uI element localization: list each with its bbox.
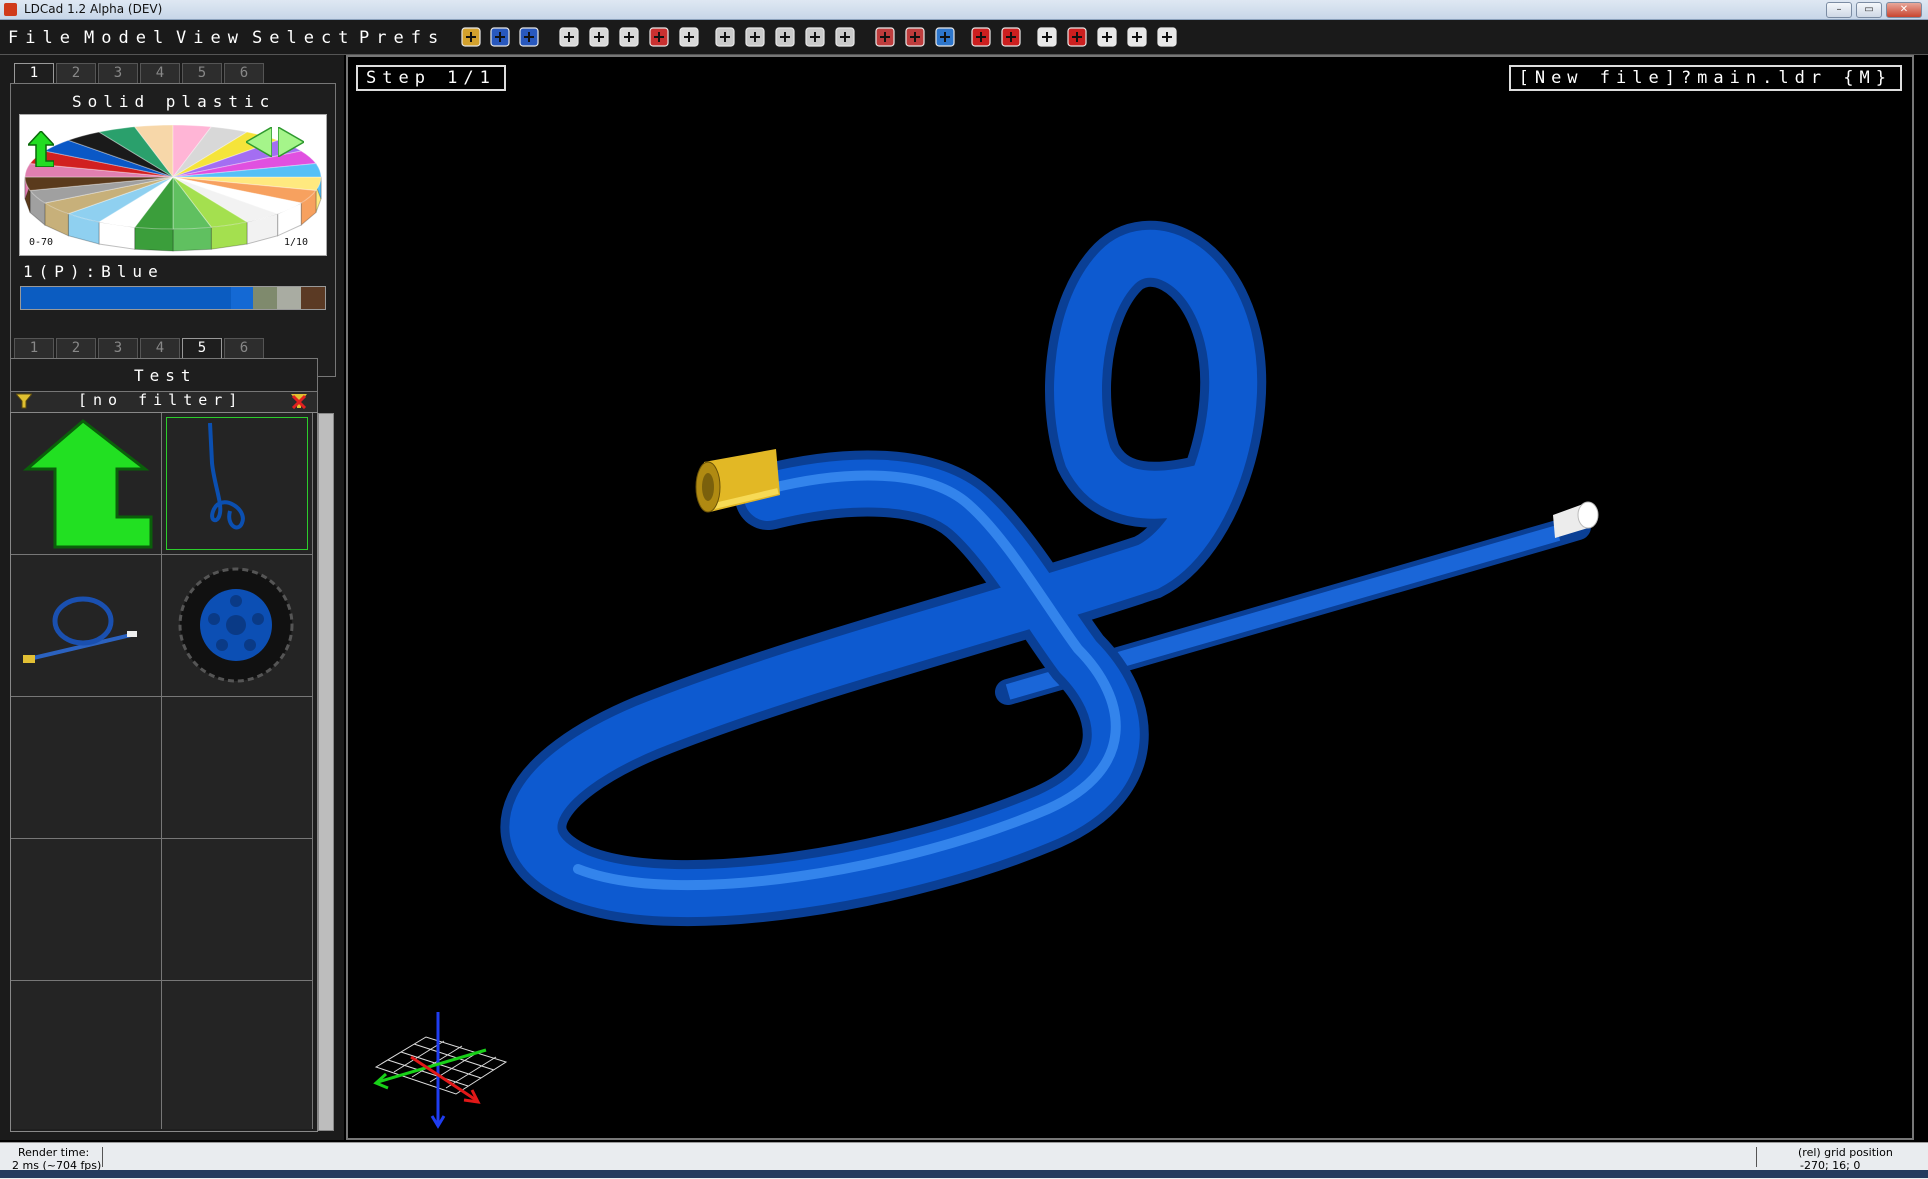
color-tab-4[interactable]: 4 bbox=[140, 63, 180, 84]
first-step-icon[interactable] bbox=[712, 24, 738, 50]
color-tab-3[interactable]: 3 bbox=[98, 63, 138, 84]
parts-scrollbar[interactable] bbox=[318, 413, 334, 1131]
up-arrow-icon[interactable] bbox=[26, 129, 56, 168]
os-taskbar bbox=[0, 1170, 1928, 1178]
color-tab-5[interactable]: 5 bbox=[182, 63, 222, 84]
snapshot-icon[interactable] bbox=[872, 24, 898, 50]
next-step-icon[interactable] bbox=[772, 24, 798, 50]
parts-tab-3[interactable]: 3 bbox=[98, 338, 138, 359]
selected-color-label: 1(P):Blue bbox=[23, 262, 164, 281]
parts-tab-4[interactable]: 4 bbox=[140, 338, 180, 359]
redo-icon[interactable] bbox=[586, 24, 612, 50]
wheel-tire-thumbnail bbox=[178, 567, 294, 683]
add-step-icon[interactable] bbox=[832, 24, 858, 50]
render-time-label: Render time: bbox=[18, 1146, 90, 1159]
menu-file[interactable]: File bbox=[8, 27, 77, 49]
part-cell-hose-loop[interactable] bbox=[162, 413, 313, 555]
move-icon[interactable] bbox=[1034, 24, 1060, 50]
part-cell-empty bbox=[162, 697, 313, 839]
last-step-icon[interactable] bbox=[802, 24, 828, 50]
filter-icon[interactable] bbox=[14, 393, 34, 409]
clear-filter-icon[interactable] bbox=[291, 393, 307, 410]
window-titlebar: LDCad 1.2 Alpha (DEV) – ▭ ✕ bbox=[0, 0, 1928, 20]
color-tab-1[interactable]: 1 bbox=[14, 63, 54, 84]
color-tab-6[interactable]: 6 bbox=[224, 63, 264, 84]
close-button[interactable]: ✕ bbox=[1886, 2, 1922, 18]
part-cell-wheel-tire[interactable] bbox=[162, 555, 313, 697]
menu-prefs[interactable]: Prefs bbox=[359, 27, 445, 49]
heart-icon[interactable] bbox=[968, 24, 994, 50]
part-cell-empty bbox=[162, 839, 313, 981]
paste-icon[interactable] bbox=[676, 24, 702, 50]
rotate-icon[interactable] bbox=[1064, 24, 1090, 50]
save-all-icon[interactable] bbox=[516, 24, 542, 50]
swatch-blue[interactable] bbox=[21, 287, 231, 309]
next-page-icon[interactable] bbox=[277, 125, 306, 159]
parts-group-title: Test bbox=[134, 366, 197, 385]
menu-select[interactable]: Select bbox=[252, 27, 355, 49]
swatch-olive-grey[interactable] bbox=[253, 287, 277, 309]
heart-remove-icon[interactable] bbox=[998, 24, 1024, 50]
copy-icon[interactable] bbox=[616, 24, 642, 50]
color-range-label: 0-70 bbox=[29, 237, 54, 248]
part-cell-empty bbox=[11, 839, 162, 981]
print-icon[interactable] bbox=[902, 24, 928, 50]
app-icon bbox=[4, 3, 17, 16]
parts-panel-tabs: 1 2 3 4 5 6 bbox=[14, 338, 266, 359]
part-cell-hose-coil[interactable] bbox=[11, 555, 162, 697]
parts-tab-1[interactable]: 1 bbox=[14, 338, 54, 359]
menu-toolbar: File Model View Select Prefs bbox=[0, 20, 1928, 55]
prev-step-icon[interactable] bbox=[742, 24, 768, 50]
parts-grid bbox=[10, 412, 318, 1132]
pan-icon[interactable] bbox=[1094, 24, 1120, 50]
hose-coil-thumbnail bbox=[23, 596, 137, 663]
color-group-title: Solid plastic bbox=[72, 92, 276, 111]
filter-text[interactable]: [no filter] bbox=[78, 391, 243, 409]
swatch-brown[interactable] bbox=[301, 287, 325, 309]
color-wheel[interactable]: 0-70 1/10 bbox=[19, 114, 327, 256]
open-file-icon[interactable] bbox=[458, 24, 484, 50]
parts-tab-5[interactable]: 5 bbox=[182, 338, 222, 359]
hose-model[interactable] bbox=[348, 57, 1912, 1138]
swatch-medium-blue[interactable] bbox=[231, 287, 253, 309]
cut-icon[interactable] bbox=[646, 24, 672, 50]
menu-model[interactable]: Model bbox=[84, 27, 170, 49]
window-title: LDCad 1.2 Alpha (DEV) bbox=[24, 2, 163, 16]
up-arrow-icon bbox=[22, 419, 153, 549]
axis-gizmo bbox=[373, 1012, 508, 1129]
prev-page-icon[interactable] bbox=[244, 125, 273, 159]
menu-view[interactable]: View bbox=[176, 27, 245, 49]
color-tab-2[interactable]: 2 bbox=[56, 63, 96, 84]
color-page-label: 1/10 bbox=[284, 237, 309, 248]
part-cell-empty bbox=[11, 697, 162, 839]
maximize-button[interactable]: ▭ bbox=[1856, 2, 1882, 18]
parts-tab-2[interactable]: 2 bbox=[56, 338, 96, 359]
grid-icon[interactable] bbox=[1154, 24, 1180, 50]
save-icon[interactable] bbox=[487, 24, 513, 50]
parts-tab-6[interactable]: 6 bbox=[224, 338, 264, 359]
part-cell-empty bbox=[11, 981, 162, 1129]
part-cell-parent-folder[interactable] bbox=[11, 413, 162, 555]
grid-position-label: (rel) grid position bbox=[1798, 1146, 1893, 1159]
part-cell-empty bbox=[162, 981, 313, 1129]
3d-viewport[interactable]: Step 1/1 [New file]?main.ldr {M} bbox=[346, 55, 1914, 1140]
select-icon[interactable] bbox=[1124, 24, 1150, 50]
grid-rotation-icon[interactable] bbox=[932, 24, 958, 50]
undo-icon[interactable] bbox=[556, 24, 582, 50]
color-panel-tabs: 1 2 3 4 5 6 bbox=[14, 63, 266, 84]
recent-color-swatches bbox=[20, 286, 326, 310]
minimize-button[interactable]: – bbox=[1826, 2, 1852, 18]
swatch-light-grey[interactable] bbox=[277, 287, 301, 309]
